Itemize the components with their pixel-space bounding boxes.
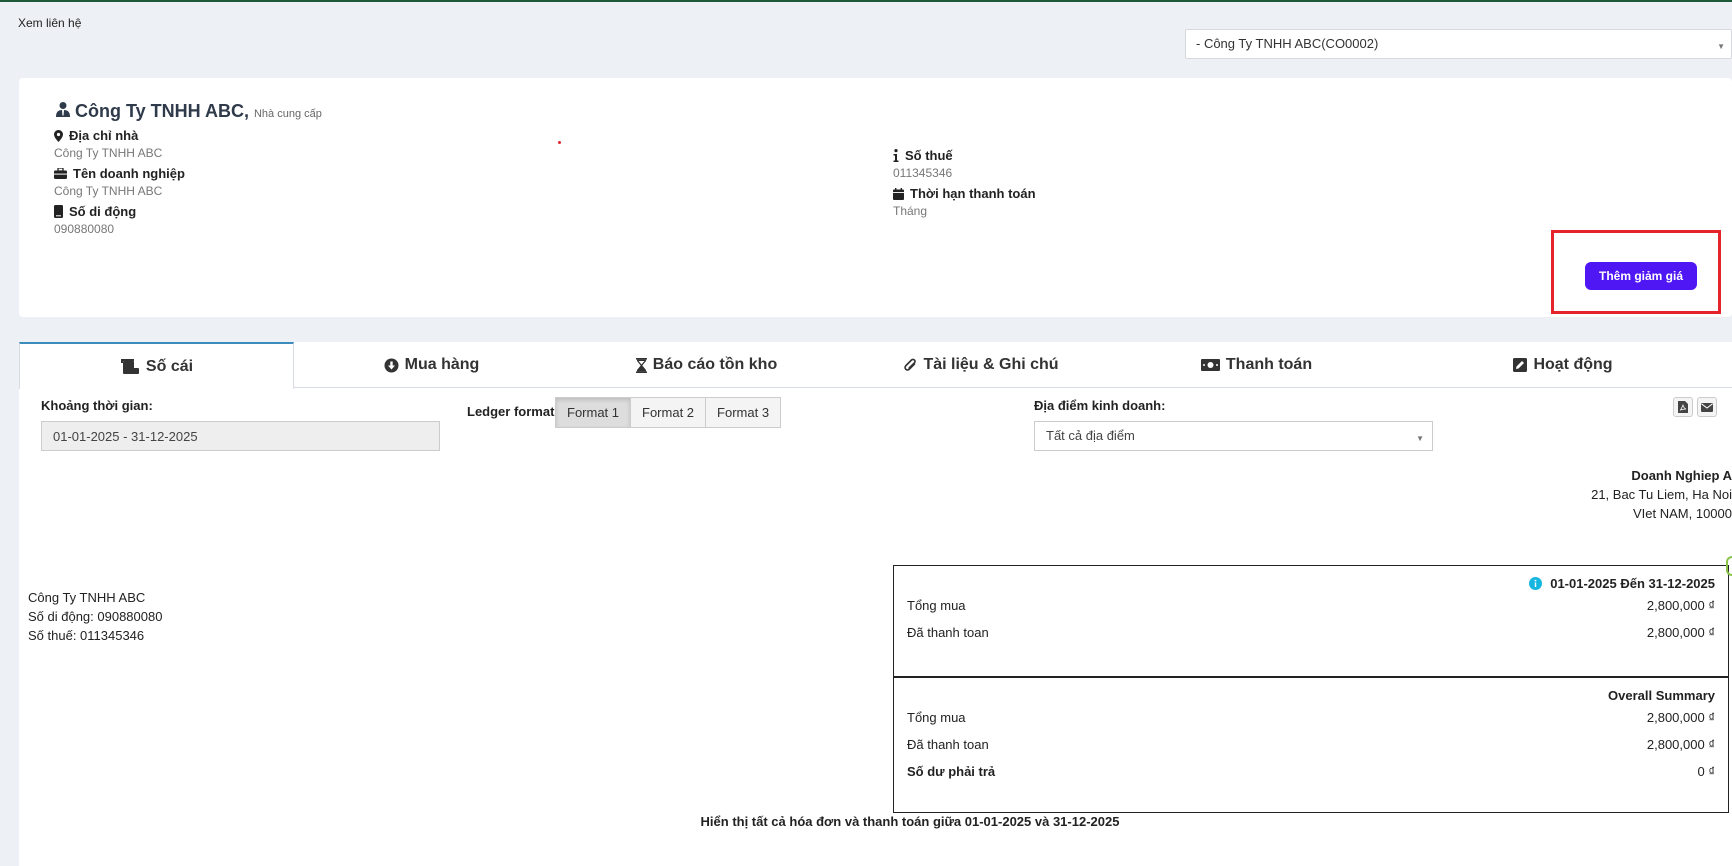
balance-label: Số dư phải trả [907,764,996,779]
summary-row-label: Đã thanh toan [907,625,989,640]
summary-row-label: Tổng mua [907,710,966,725]
summary-row-label: Tổng mua [907,598,966,613]
tab-payments[interactable]: Thanh toán [1119,342,1394,388]
money-icon [1200,359,1220,371]
business-name-value: Công Ty TNHH ABC [54,184,163,198]
contact-select-value: - Công Ty TNHH ABC(CO0002) [1196,36,1379,51]
calendar-icon [893,187,904,200]
period-summary: 01-01-2025 Đến 31-12-2025 Tổng mua 2,800… [894,566,1728,676]
arrow-circle-down-icon [384,358,399,373]
pdf-file-icon [1678,401,1688,413]
summary-row: Đã thanh toan 2,800,000 ₫ [907,619,1715,646]
contact-info-card: Công Ty TNHH ABC, Nhà cung cấp Địa chỉ n… [19,78,1732,317]
tax-value: 011345346 [893,166,953,180]
balance-row: Số dư phải trả 0 ₫ [907,758,1715,785]
business-address: Doanh Nghiep A 21, Bac Tu Liem, Ha Noi V… [1591,466,1732,523]
location-select[interactable]: Tất cả địa điểm ▼ [1034,421,1433,451]
format-3-button[interactable]: Format 3 [705,397,782,428]
ledger-icon [120,358,140,375]
ledger-footer-note: Hiển thị tất cả hóa đơn và thanh toán gi… [0,814,1732,829]
location-label: Địa điểm kinh doanh: [1034,398,1166,413]
supplier-name: Công Ty TNHH ABC [28,590,146,605]
payment-term-field: Thời hạn thanh toán Tháng [893,186,1036,218]
location-select-value: Tất cả địa điểm [1046,428,1135,443]
top-accent-line [0,0,1732,2]
address-value: Công Ty TNHH ABC [54,146,163,160]
contact-role: Nhà cung cấp [253,108,322,120]
tab-documents-notes[interactable]: Tài liệu & Ghi chú [844,342,1119,388]
supplier-mobile: Số di động: 090880080 [28,609,163,624]
business-address-line1: 21, Bac Tu Liem, Ha Noi [1591,487,1732,502]
format-2-button[interactable]: Format 2 [630,397,707,428]
summary-row: Đã thanh toan 2,800,000 ₫ [907,731,1715,758]
period-summary-header: 01-01-2025 Đến 31-12-2025 [907,574,1715,592]
tab-label: Tài liệu & Ghi chú [923,356,1059,373]
ledger-format-group: Format 1 Format 2 Format 3 [555,397,782,428]
supplier-tax: Số thuế: 011345346 [28,628,145,643]
business-name-label: Tên doanh nghiệp [73,166,185,181]
send-email-button[interactable] [1697,397,1717,417]
payment-term-label: Thời hạn thanh toán [910,186,1036,201]
summary-row-value: 2,800,000 ₫ [1646,598,1715,613]
mobile-phone-icon [54,205,63,218]
date-range-input[interactable]: 01-01-2025 - 31-12-2025 [41,421,440,451]
tab-purchases[interactable]: Mua hàng [294,342,569,388]
tab-label: Thanh toán [1225,356,1313,373]
paperclip-icon [904,358,917,373]
account-summary-box: 01-01-2025 Đến 31-12-2025 Tổng mua 2,800… [893,565,1729,813]
tab-label: Mua hàng [404,356,480,373]
tax-field: Số thuế 011345346 [893,148,953,180]
breadcrumb: Xem liên hệ [18,16,82,30]
contact-title: Công Ty TNHH ABC, Nhà cung cấp [55,101,322,122]
chevron-down-icon: ▼ [1717,42,1725,51]
business-name-field: Tên doanh nghiệp Công Ty TNHH ABC [54,166,185,198]
business-address-line2: VIet NAM, 10000 [1633,506,1732,521]
mobile-label: Số di động [69,204,137,219]
period-range: 01-01-2025 Đến 31-12-2025 [1550,575,1715,591]
tax-label: Số thuế [905,148,953,163]
briefcase-icon [54,168,67,179]
contact-select[interactable]: - Công Ty TNHH ABC(CO0002) ▼ [1185,29,1732,59]
envelope-icon [1701,402,1713,412]
contact-name: Công Ty TNHH ABC, [75,101,249,121]
summary-row-value: 2,800,000 ₫ [1646,625,1715,640]
info-circle-icon[interactable] [1529,576,1543,590]
tab-activities[interactable]: Hoạt động [1394,342,1732,388]
summary-row: Tổng mua 2,800,000 ₫ [907,704,1715,731]
red-dot-marker [558,141,561,144]
supplier-info-block: Công Ty TNHH ABC Số di động: 090880080 S… [28,588,162,645]
contact-tabs: Số cái Mua hàng Báo cáo tồn kho Tài liệu… [19,342,1732,389]
summary-row-value: 2,800,000 ₫ [1646,710,1715,725]
tab-stock-report[interactable]: Báo cáo tồn kho [569,342,844,388]
overall-summary-header: Overall Summary [1608,687,1715,703]
info-icon [893,149,899,162]
map-marker-icon [54,129,63,142]
add-discount-button[interactable]: Thêm giảm giá [1585,262,1697,290]
footer-note-text: Hiển thị tất cả hóa đơn và thanh toán gi… [700,814,1120,829]
date-range-label: Khoảng thời gian: [41,398,153,413]
tab-label: Số cái [145,357,194,375]
side-widget-edge[interactable] [1726,556,1732,576]
hourglass-icon [635,357,647,373]
mobile-field: Số di động 090880080 [54,204,136,236]
user-tie-icon [55,101,71,117]
balance-value: 0 ₫ [1697,764,1715,779]
payment-term-value: Tháng [893,204,928,218]
tab-label: Báo cáo tồn kho [652,356,778,373]
format-1-button[interactable]: Format 1 [555,397,632,428]
address-label: Địa chỉ nhà [69,128,139,143]
chevron-down-icon: ▼ [1416,434,1424,443]
export-pdf-button[interactable] [1673,397,1693,417]
tab-ledger[interactable]: Số cái [19,342,294,389]
summary-row: Tổng mua 2,800,000 ₫ [907,592,1715,619]
tab-label: Hoạt động [1533,356,1613,373]
address-field: Địa chỉ nhà Công Ty TNHH ABC [54,128,162,160]
summary-row-value: 2,800,000 ₫ [1646,737,1715,752]
edit-icon [1513,358,1528,372]
ledger-format-label: Ledger format [467,404,555,419]
overall-summary: Overall Summary Tổng mua 2,800,000 ₫ Đã … [894,676,1728,812]
mobile-value: 090880080 [54,222,115,236]
business-name: Doanh Nghiep A [1631,468,1732,483]
summary-row-label: Đã thanh toan [907,737,989,752]
